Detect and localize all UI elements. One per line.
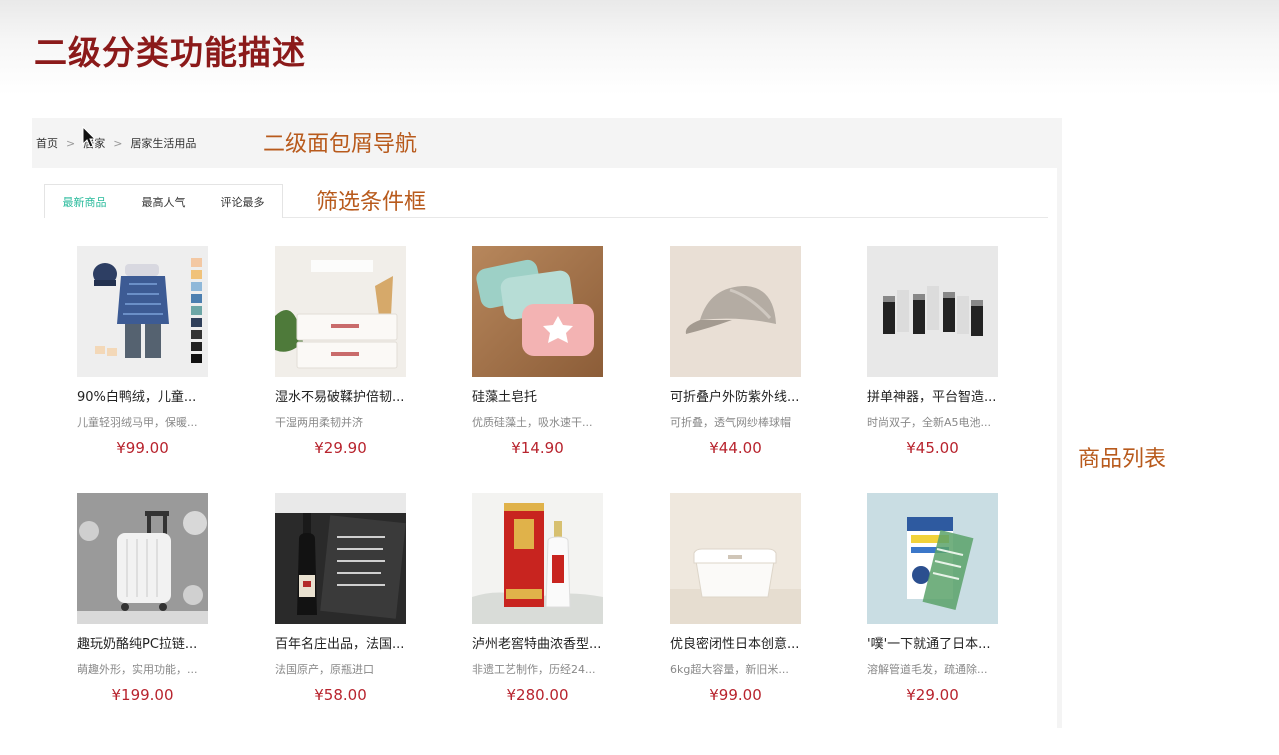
product-image[interactable] [670,246,801,377]
product-desc: 溶解管道毛发，疏通除... [867,663,988,676]
product-price: ¥44.00 [709,439,762,457]
product-name[interactable]: 可折叠户外防紫外线... [670,386,820,405]
product-price: ¥14.90 [511,439,564,457]
mouse-cursor-icon [82,126,97,148]
product-price: ¥99.00 [709,686,762,704]
filter-bar: 最新商品 最高人气 评论最多 [44,184,1048,218]
annotation-breadcrumb: 二级面包屑导航 [263,132,418,157]
product-price: ¥29.00 [906,686,959,704]
product-name[interactable]: 硅藻土皂托 [472,386,622,405]
filter-tabs: 最新商品 最高人气 评论最多 [44,184,283,218]
tab-newest[interactable]: 最新商品 [45,185,124,218]
product-desc: 优质硅藻土，吸水速干... [472,416,593,429]
product-image[interactable] [472,493,603,624]
product-price: ¥199.00 [111,686,174,704]
breadcrumb-separator: > [66,136,76,150]
product-image[interactable] [275,493,406,624]
product-price: ¥45.00 [906,439,959,457]
product-image[interactable] [867,493,998,624]
product-image[interactable] [472,246,603,377]
product-name[interactable]: 拼单神器，平台智造... [867,386,1017,405]
product-name[interactable]: 湿水不易破鞣护倍韧... [275,386,425,405]
product-desc: 干湿两用柔韧并济 [275,416,363,429]
breadcrumb-separator: > [113,136,123,150]
product-desc: 时尚双子，全新A5电池... [867,416,992,429]
product-desc: 可折叠，透气网纱棒球帽 [670,416,791,429]
product-price: ¥29.90 [314,439,367,457]
product-name[interactable]: 趣玩奶酪纯PC拉链... [77,633,227,652]
product-image[interactable] [77,493,208,624]
product-name[interactable]: 90%白鸭绒，儿童... [77,386,227,405]
product-desc: 非遗工艺制作，历经24... [472,663,596,676]
product-desc: 儿童轻羽绒马甲，保暖... [77,416,198,429]
product-price: ¥99.00 [116,439,169,457]
product-price: ¥280.00 [506,686,569,704]
tab-most-reviewed[interactable]: 评论最多 [203,185,282,218]
slide-title: 二级分类功能描述 [34,33,306,72]
tab-popular[interactable]: 最高人气 [124,185,203,218]
product-desc: 法国原产，原瓶进口 [275,663,374,676]
product-price: ¥58.00 [314,686,367,704]
breadcrumb-home[interactable]: 首页 [36,135,58,151]
breadcrumb-subcategory: 居家生活用品 [130,137,197,150]
product-desc: 6kg超大容量，新旧米... [670,663,789,676]
product-name[interactable]: '噗'一下就通了日本... [867,633,1017,652]
product-name[interactable]: 泸州老窖特曲浓香型... [472,633,622,652]
product-image[interactable] [867,246,998,377]
product-image[interactable] [275,246,406,377]
annotation-filter: 筛选条件框 [316,190,427,215]
annotation-list: 商品列表 [1078,447,1167,472]
product-image[interactable] [670,493,801,624]
product-image[interactable] [77,246,208,377]
breadcrumb: 首页 > 居家 > 居家生活用品 [32,118,1062,168]
product-desc: 萌趣外形，实用功能，... [77,663,198,676]
page-frame: 首页 > 居家 > 居家生活用品 最新商品 最高人气 评论最多 90%白鸭绒，儿… [32,118,1062,728]
product-name[interactable]: 优良密闭性日本创意... [670,633,820,652]
product-name[interactable]: 百年名庄出品，法国... [275,633,425,652]
content-panel: 最新商品 最高人气 评论最多 90%白鸭绒，儿童... 儿童轻羽绒马甲，保暖...… [32,168,1057,728]
